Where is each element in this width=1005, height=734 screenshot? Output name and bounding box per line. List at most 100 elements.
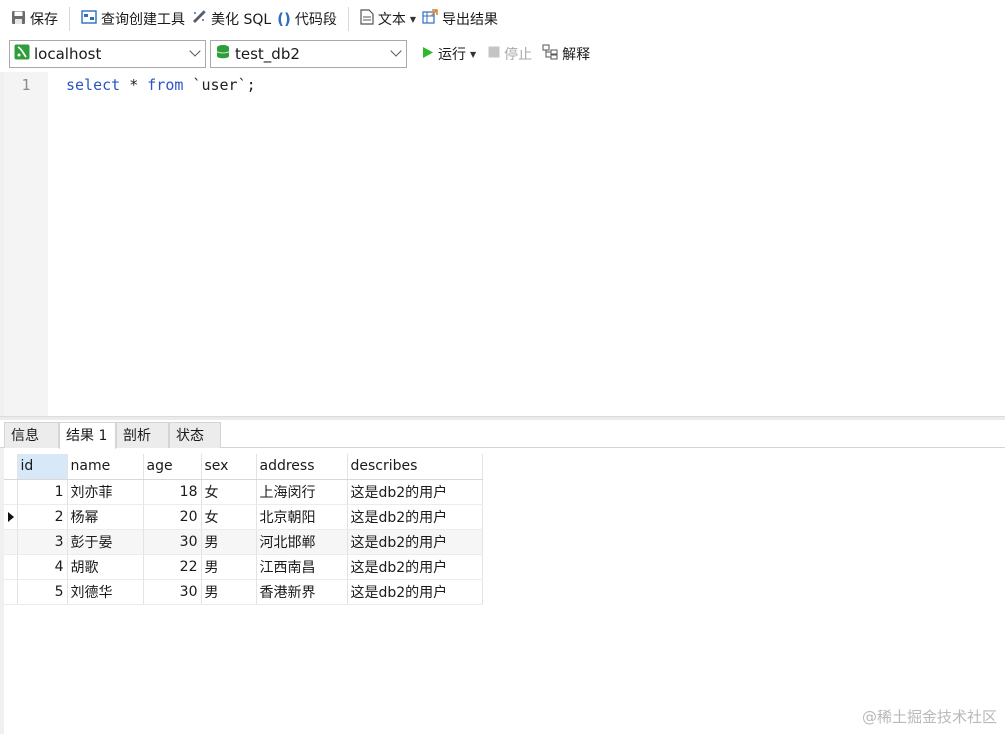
sql-code-line[interactable]: select * from `user`; <box>66 76 256 94</box>
header-row: id name age sex address describes <box>4 454 483 480</box>
cell-id[interactable]: 3 <box>17 529 68 555</box>
cell-describes[interactable]: 这是db2的用户 <box>347 479 483 505</box>
query-builder-label: 查询创建工具 <box>101 12 185 28</box>
column-header-id[interactable]: id <box>17 454 68 480</box>
sql-table-name: `user`; <box>183 76 256 94</box>
run-button[interactable]: 运行 ▼ <box>419 40 479 68</box>
cell-name[interactable]: 刘亦菲 <box>67 479 144 505</box>
stop-label: 停止 <box>504 47 533 63</box>
cell-address[interactable]: 江西南昌 <box>256 554 348 580</box>
tab-info[interactable]: 信息 <box>4 422 59 448</box>
database-select[interactable]: test_db2 <box>210 40 407 68</box>
cell-sex[interactable]: 女 <box>201 504 257 530</box>
connection-value: localhost <box>34 45 102 63</box>
chevron-down-icon[interactable]: ▼ <box>410 15 416 24</box>
cell-describes[interactable]: 这是db2的用户 <box>347 554 483 580</box>
cell-sex[interactable]: 男 <box>201 554 257 580</box>
text-label: 文本 <box>377 12 406 28</box>
cell-name[interactable]: 杨幂 <box>67 504 144 530</box>
result-grid[interactable]: id name age sex address describes 1 刘亦菲 … <box>4 454 483 605</box>
beautify-sql-label: 美化 SQL <box>211 12 272 28</box>
explain-button[interactable]: 解释 <box>539 40 593 68</box>
snippet-icon: () <box>277 10 291 28</box>
export-results-button[interactable]: 导出结果 <box>419 5 501 33</box>
cell-name[interactable]: 胡歌 <box>67 554 144 580</box>
cell-id[interactable]: 5 <box>17 579 68 605</box>
sql-editor[interactable]: 1 select * from `user`; <box>0 72 1005 416</box>
explain-icon <box>542 44 558 64</box>
table-row[interactable]: 4 胡歌 22 男 江西南昌 这是db2的用户 <box>4 554 483 580</box>
cell-describes[interactable]: 这是db2的用户 <box>347 529 483 555</box>
stop-button[interactable]: 停止 <box>485 40 535 68</box>
table-row[interactable]: 5 刘德华 30 男 香港新界 这是db2的用户 <box>4 579 483 605</box>
line-number: 1 <box>21 76 31 94</box>
explain-label: 解释 <box>562 47 591 63</box>
cell-name[interactable]: 彭于晏 <box>67 529 144 555</box>
cell-age[interactable]: 18 <box>143 479 202 505</box>
cell-age[interactable]: 20 <box>143 504 202 530</box>
main-toolbar: 保存 查询创建工具 美化 SQL () 代码段 文本 ▼ 导出结果 <box>0 0 1005 38</box>
row-indicator-header <box>4 454 18 480</box>
cell-sex[interactable]: 男 <box>201 579 257 605</box>
cell-sex[interactable]: 男 <box>201 529 257 555</box>
sql-keyword-from: from <box>147 76 184 94</box>
chevron-down-icon[interactable]: ▼ <box>470 50 476 59</box>
cell-name[interactable]: 刘德华 <box>67 579 144 605</box>
column-header-describes[interactable]: describes <box>347 454 483 480</box>
export-results-label: 导出结果 <box>442 12 499 28</box>
text-icon <box>360 9 374 29</box>
table-row[interactable]: 2 杨幂 20 女 北京朝阳 这是db2的用户 <box>4 504 483 530</box>
save-button[interactable]: 保存 <box>8 5 61 33</box>
table-row[interactable]: 1 刘亦菲 18 女 上海闵行 这是db2的用户 <box>4 479 483 505</box>
cell-address[interactable]: 上海闵行 <box>256 479 348 505</box>
snippet-button[interactable]: () 代码段 <box>274 5 340 33</box>
cell-address[interactable]: 北京朝阳 <box>256 504 348 530</box>
cell-age[interactable]: 22 <box>143 554 202 580</box>
cell-describes[interactable]: 这是db2的用户 <box>347 504 483 530</box>
beautify-sql-button[interactable]: 美化 SQL <box>188 5 274 33</box>
run-icon <box>422 46 434 63</box>
sql-star: * <box>120 76 148 94</box>
cell-age[interactable]: 30 <box>143 579 202 605</box>
cell-id[interactable]: 1 <box>17 479 68 505</box>
tab-result-1[interactable]: 结果 1 <box>59 422 116 449</box>
save-label: 保存 <box>30 12 58 28</box>
toolbar-divider <box>69 7 70 31</box>
column-header-age[interactable]: age <box>143 454 202 480</box>
result-tabs: 信息 结果 1 剖析 状态 <box>0 420 1005 449</box>
snippet-label: 代码段 <box>294 12 337 28</box>
cell-sex[interactable]: 女 <box>201 479 257 505</box>
run-label: 运行 <box>438 47 466 63</box>
table-row[interactable]: 3 彭于晏 30 男 河北邯郸 这是db2的用户 <box>4 529 483 555</box>
row-indicator <box>4 529 18 555</box>
cell-age[interactable]: 30 <box>143 529 202 555</box>
beautify-icon <box>191 9 207 29</box>
column-header-name[interactable]: name <box>67 454 144 480</box>
line-number-gutter: 1 <box>4 72 48 416</box>
cell-address[interactable]: 香港新界 <box>256 579 348 605</box>
row-indicator <box>4 579 18 605</box>
row-indicator <box>4 479 18 505</box>
tab-status[interactable]: 状态 <box>169 422 221 448</box>
connection-select[interactable]: localhost <box>9 40 206 68</box>
cell-id[interactable]: 2 <box>17 504 68 530</box>
watermark-text: @稀土掘金技术社区 <box>861 708 997 726</box>
database-icon <box>215 44 231 64</box>
chevron-down-icon <box>189 45 201 57</box>
column-header-address[interactable]: address <box>256 454 348 480</box>
connection-toolbar: localhost test_db2 运行 ▼ 停止 解释 <box>0 38 1005 70</box>
column-header-sex[interactable]: sex <box>201 454 257 480</box>
toolbar-divider <box>347 7 349 31</box>
stop-icon <box>488 46 500 62</box>
save-icon <box>11 10 26 29</box>
cell-address[interactable]: 河北邯郸 <box>256 529 348 555</box>
tab-profile[interactable]: 剖析 <box>116 422 169 448</box>
sql-keyword-select: select <box>66 76 121 94</box>
text-button[interactable]: 文本 ▼ <box>357 5 419 33</box>
row-indicator <box>4 554 18 580</box>
chevron-down-icon <box>390 45 402 57</box>
query-builder-button[interactable]: 查询创建工具 <box>78 5 188 33</box>
cell-describes[interactable]: 这是db2的用户 <box>347 579 483 605</box>
export-icon <box>422 9 438 29</box>
cell-id[interactable]: 4 <box>17 554 68 580</box>
